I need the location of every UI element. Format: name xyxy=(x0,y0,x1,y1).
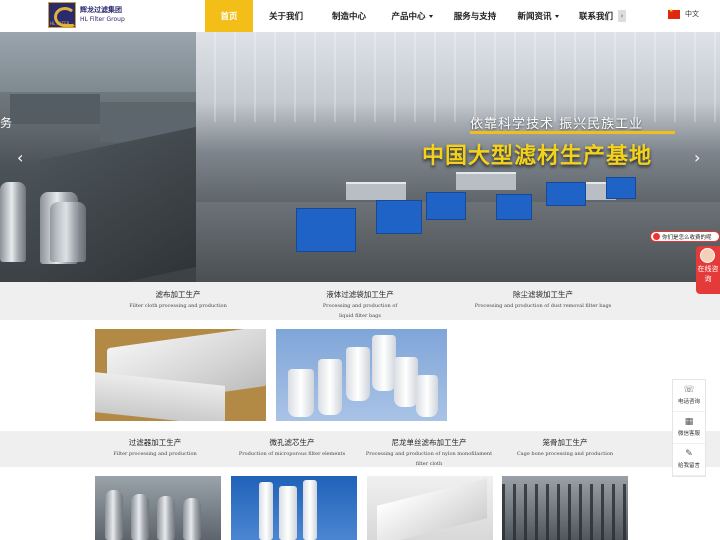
category-filters[interactable]: 过滤器加工生产 Filter processing and production xyxy=(106,437,204,459)
category-title: 液体过滤袋加工生产 xyxy=(326,290,394,299)
online-consult-tab[interactable]: 在线咨询 xyxy=(696,246,720,294)
chat-avatar-icon xyxy=(653,233,660,240)
nav-item-label: 制造中心 xyxy=(331,12,366,22)
category-title: 笼骨加工生产 xyxy=(542,438,588,447)
site-header: HL FILTER 辉龙过滤集团 HL Filter Group 首页 关于我们… xyxy=(0,0,720,32)
page: HL FILTER 辉龙过滤集团 HL Filter Group 首页 关于我们… xyxy=(0,0,720,540)
liquid-filter-bags-image[interactable] xyxy=(276,329,447,421)
category-title: 过滤器加工生产 xyxy=(128,438,182,447)
nav-item-label: 关于我们 xyxy=(268,12,303,22)
nav-item-service[interactable]: 服务与支持 xyxy=(445,0,505,32)
nylon-monofilament-cloth-image[interactable] xyxy=(367,476,493,540)
category-title: 除尘滤袋加工生产 xyxy=(513,290,573,299)
nav-item-home[interactable]: 首页 xyxy=(205,0,253,32)
phone-icon: ☏ xyxy=(683,385,695,395)
agent-avatar xyxy=(700,248,715,263)
category-nylon-monofilament[interactable]: 尼龙单丝滤布加工生产 Processing and production of … xyxy=(362,437,496,469)
nav-scroll-right-icon[interactable]: › xyxy=(618,10,626,22)
category-filter-cloth[interactable]: 滤布加工生产 Filter cloth processing and produ… xyxy=(116,289,240,311)
tool-label: 微信客服 xyxy=(677,431,700,437)
category-cage-bone[interactable]: 笼骨加工生产 Cage bone processing and producti… xyxy=(514,437,616,459)
leave-message-button[interactable]: ✎ 给我留言 xyxy=(673,444,705,476)
nav-item-about[interactable]: 关于我们 xyxy=(253,0,319,32)
nav-item-label: 新闻资讯 xyxy=(517,12,552,22)
category-dust-filter-bags[interactable]: 除尘滤袋加工生产 Processing and production of du… xyxy=(470,289,616,311)
main-nav: 首页 关于我们 制造中心 产品中心 服务与支持 新闻资讯 联系我们 xyxy=(205,0,617,32)
logo[interactable]: HL FILTER 辉龙过滤集团 HL Filter Group xyxy=(48,2,125,28)
nav-item-label: 服务与支持 xyxy=(453,12,497,22)
logo-name-en: HL Filter Group xyxy=(80,16,125,23)
nav-item-label: 联系我们 xyxy=(579,12,614,22)
category-band-1: 滤布加工生产 Filter cloth processing and produ… xyxy=(0,282,720,320)
phone-consult-button[interactable]: ☏ 电话咨询 xyxy=(673,380,705,412)
category-subtitle: Filter cloth processing and production xyxy=(129,303,227,309)
category-subtitle: Cage bone processing and production xyxy=(516,451,614,457)
edit-icon: ✎ xyxy=(685,449,693,459)
hero-underline xyxy=(470,131,675,134)
tool-label: 电话咨询 xyxy=(677,399,700,405)
nav-item-news[interactable]: 新闻资讯 xyxy=(505,0,571,32)
hero-subtitle: 依靠科学技术 振兴民族工业 xyxy=(470,117,644,132)
category-subtitle: Production of microporous filter element… xyxy=(238,451,346,457)
language-switcher[interactable]: 中文 xyxy=(668,8,699,19)
side-toolbar: ☏ 电话咨询 ▦ 微信客服 ✎ 给我留言 xyxy=(672,379,706,477)
logo-mark-text: HL FILTER xyxy=(50,21,70,26)
hero-title: 中国大型滤材生产基地 xyxy=(422,144,653,169)
logo-mark-icon: HL FILTER xyxy=(48,2,76,28)
nav-item-products[interactable]: 产品中心 xyxy=(379,0,445,32)
online-consult-label: 在线咨询 xyxy=(697,265,719,283)
nav-item-manufacturing[interactable]: 制造中心 xyxy=(319,0,379,32)
nav-item-label: 产品中心 xyxy=(391,12,426,22)
nav-item-contact[interactable]: 联系我们 xyxy=(571,0,617,32)
tool-label: 给我留言 xyxy=(677,463,700,469)
carousel-prev-icon[interactable]: ‹ xyxy=(17,148,23,167)
category-band-2: 过滤器加工生产 Filter processing and production… xyxy=(0,431,720,467)
category-microporous-elements[interactable]: 微孔滤芯生产 Production of microporous filter … xyxy=(236,437,348,459)
language-label: 中文 xyxy=(685,10,699,18)
category-title: 滤布加工生产 xyxy=(155,290,201,299)
category-title: 微孔滤芯生产 xyxy=(269,438,315,447)
category-subtitle: Filter processing and production xyxy=(113,451,197,457)
china-flag-icon xyxy=(668,8,680,19)
category-subtitle: Processing and production of dust remova… xyxy=(474,303,612,309)
chevron-down-icon xyxy=(428,14,433,18)
carousel-next-icon[interactable]: › xyxy=(694,148,700,167)
chat-preview-text: 你们是怎么收费的呢 xyxy=(662,234,712,241)
filter-cloth-image[interactable] xyxy=(95,329,266,421)
cage-bone-image[interactable] xyxy=(502,476,628,540)
category-subtitle: Processing and production of liquid filt… xyxy=(322,303,398,319)
hero-carousel: 务 依靠科学技术 振兴民族工业 中国大型滤材生产基地 ‹ › xyxy=(0,32,720,282)
hero-slide-factory-image: 务 xyxy=(0,32,196,282)
category-liquid-filter-bags[interactable]: 液体过滤袋加工生产 Processing and production of l… xyxy=(318,289,402,321)
logo-name-cn: 辉龙过滤集团 xyxy=(80,6,122,14)
filter-equipment-image[interactable] xyxy=(95,476,221,540)
category-subtitle: Processing and production of nylon monof… xyxy=(365,451,493,467)
nav-item-label: 首页 xyxy=(220,12,238,22)
hero-left-partial-text: 务 xyxy=(0,116,13,130)
qr-code-icon: ▦ xyxy=(684,417,694,427)
logo-text: 辉龙过滤集团 HL Filter Group xyxy=(80,6,125,24)
category-title: 尼龙单丝滤布加工生产 xyxy=(391,438,467,447)
wechat-service-button[interactable]: ▦ 微信客服 xyxy=(673,412,705,444)
chevron-down-icon xyxy=(554,14,559,18)
chat-preview-bubble[interactable]: 你们是怎么收费的呢 xyxy=(650,231,720,242)
microporous-filter-elements-image[interactable] xyxy=(231,476,357,540)
